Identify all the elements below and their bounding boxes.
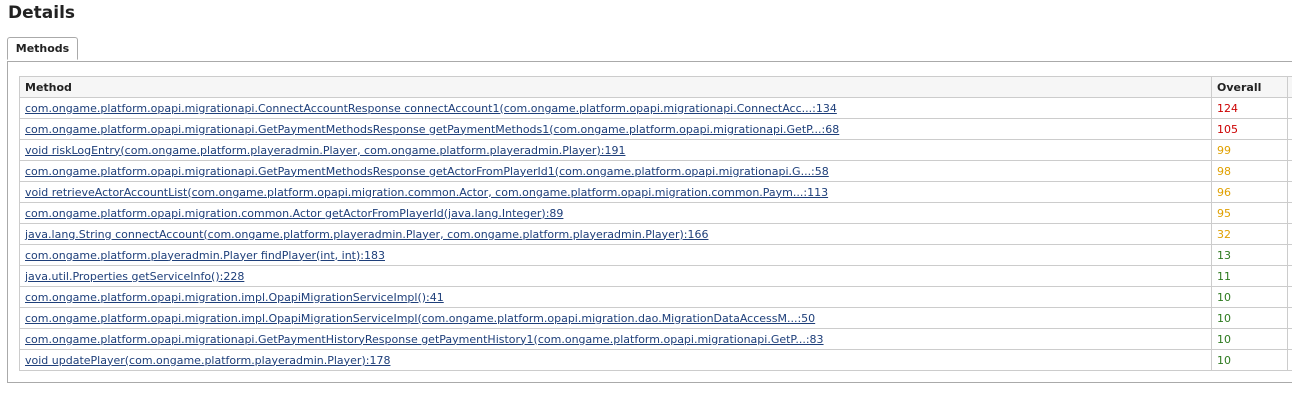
overall-value: 10 [1211,349,1288,371]
table-row: com.ongame.platform.opapi.migrationapi.G… [19,328,1292,350]
method-link[interactable]: com.ongame.platform.opapi.migrationapi.C… [25,102,837,115]
method-link[interactable]: com.ongame.platform.opapi.migrationapi.G… [25,123,839,136]
overall-value: 13 [1211,244,1288,266]
table-header-row: Method Overall [19,76,1292,98]
table-row: com.ongame.platform.opapi.migrationapi.C… [19,97,1292,119]
method-cell: com.ongame.platform.opapi.migrationapi.G… [19,118,1212,140]
method-link[interactable]: com.ongame.platform.opapi.migration.comm… [25,207,563,220]
tab-methods[interactable]: Methods [7,37,78,60]
column-header-overall[interactable]: Overall [1211,76,1288,98]
method-cell: java.util.Properties getServiceInfo():22… [19,265,1212,287]
table-row: com.ongame.platform.opapi.migration.impl… [19,307,1292,329]
page-title: Details [8,3,76,23]
method-cell: com.ongame.platform.playeradmin.Player f… [19,244,1212,266]
method-cell: com.ongame.platform.opapi.migration.comm… [19,202,1212,224]
overall-value: 98 [1211,160,1288,182]
methods-table: Method Overall com.ongame.platform.opapi… [19,76,1292,371]
overall-value: 95 [1211,202,1288,224]
method-link[interactable]: com.ongame.platform.opapi.migration.impl… [25,312,815,325]
method-link[interactable]: void riskLogEntry(com.ongame.platform.pl… [25,144,625,157]
overall-value: 10 [1211,328,1288,350]
table-row: com.ongame.platform.playeradmin.Player f… [19,244,1292,266]
method-link[interactable]: com.ongame.platform.playeradmin.Player f… [25,249,385,262]
row-spacer-cell [1287,181,1292,203]
row-spacer-cell [1287,223,1292,245]
row-spacer-cell [1287,244,1292,266]
row-spacer-cell [1287,307,1292,329]
method-link[interactable]: com.ongame.platform.opapi.migrationapi.G… [25,333,824,346]
overall-value: 10 [1211,307,1288,329]
row-spacer-cell [1287,139,1292,161]
overall-value: 96 [1211,181,1288,203]
table-row: com.ongame.platform.opapi.migration.comm… [19,202,1292,224]
row-spacer-cell [1287,349,1292,371]
row-spacer-cell [1287,202,1292,224]
method-link[interactable]: com.ongame.platform.opapi.migrationapi.G… [25,165,829,178]
overall-value: 10 [1211,286,1288,308]
tab-bar: Methods [7,37,1292,62]
table-row: com.ongame.platform.opapi.migrationapi.G… [19,118,1292,140]
overall-value: 105 [1211,118,1288,140]
method-link[interactable]: java.lang.String connectAccount(com.onga… [25,228,708,241]
method-cell: void retrieveActorAccountList(com.ongame… [19,181,1212,203]
method-cell: com.ongame.platform.opapi.migrationapi.G… [19,160,1212,182]
method-link[interactable]: java.util.Properties getServiceInfo():22… [25,270,244,283]
row-spacer-cell [1287,265,1292,287]
row-spacer-cell [1287,160,1292,182]
table-row: com.ongame.platform.opapi.migration.impl… [19,286,1292,308]
method-cell: com.ongame.platform.opapi.migration.impl… [19,286,1212,308]
column-header-spacer [1287,76,1292,98]
row-spacer-cell [1287,97,1292,119]
overall-value: 124 [1211,97,1288,119]
method-link[interactable]: void retrieveActorAccountList(com.ongame… [25,186,828,199]
methods-panel: Method Overall com.ongame.platform.opapi… [7,61,1292,383]
method-link[interactable]: void updatePlayer(com.ongame.platform.pl… [25,354,390,367]
method-cell: com.ongame.platform.opapi.migration.impl… [19,307,1212,329]
method-cell: com.ongame.platform.opapi.migrationapi.C… [19,97,1212,119]
row-spacer-cell [1287,286,1292,308]
methods-table-body: com.ongame.platform.opapi.migrationapi.C… [19,97,1292,371]
method-cell: com.ongame.platform.opapi.migrationapi.G… [19,328,1212,350]
row-spacer-cell [1287,118,1292,140]
overall-value: 32 [1211,223,1288,245]
table-row: void updatePlayer(com.ongame.platform.pl… [19,349,1292,371]
overall-value: 99 [1211,139,1288,161]
row-spacer-cell [1287,328,1292,350]
overall-value: 11 [1211,265,1288,287]
method-cell: void riskLogEntry(com.ongame.platform.pl… [19,139,1212,161]
table-row: void riskLogEntry(com.ongame.platform.pl… [19,139,1292,161]
table-row: java.util.Properties getServiceInfo():22… [19,265,1292,287]
method-cell: void updatePlayer(com.ongame.platform.pl… [19,349,1212,371]
column-header-method[interactable]: Method [19,76,1212,98]
method-cell: java.lang.String connectAccount(com.onga… [19,223,1212,245]
method-link[interactable]: com.ongame.platform.opapi.migration.impl… [25,291,444,304]
table-row: java.lang.String connectAccount(com.onga… [19,223,1292,245]
table-row: void retrieveActorAccountList(com.ongame… [19,181,1292,203]
table-row: com.ongame.platform.opapi.migrationapi.G… [19,160,1292,182]
